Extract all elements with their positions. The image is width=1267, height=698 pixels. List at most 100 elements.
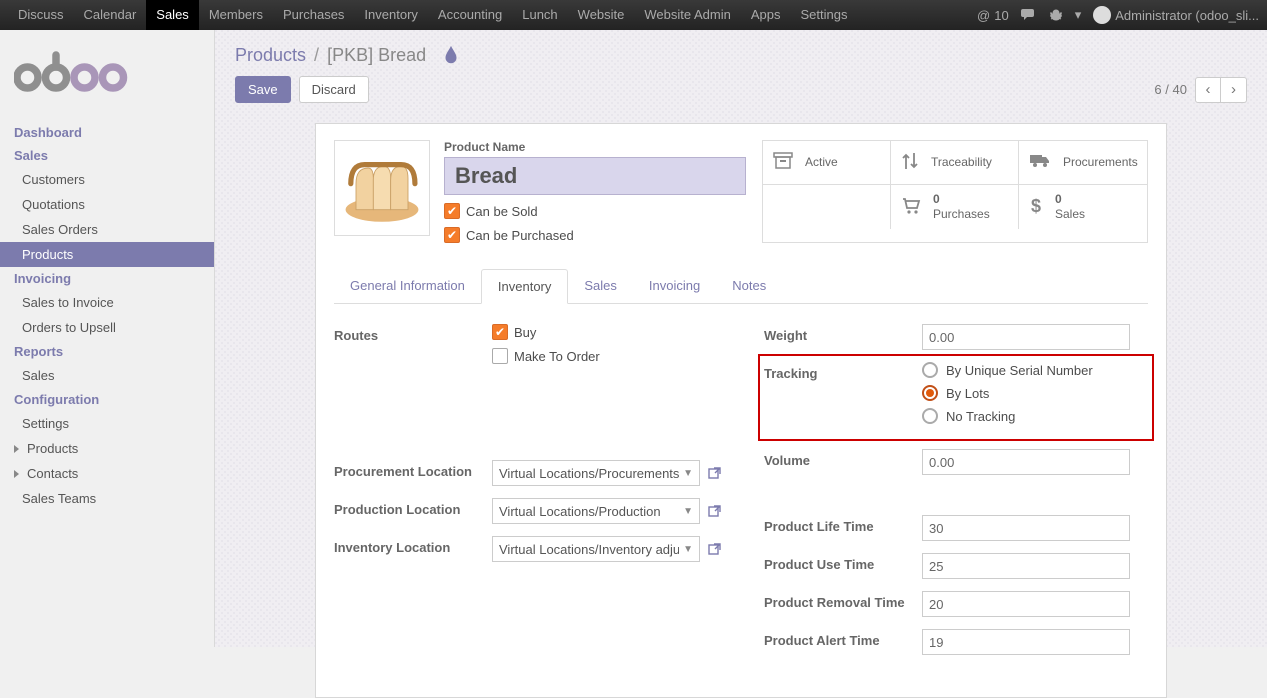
caret-right-icon: [14, 445, 19, 453]
sidebar-head-sales[interactable]: Sales: [0, 144, 214, 167]
product-image[interactable]: [334, 140, 430, 236]
top-menu-settings[interactable]: Settings: [791, 0, 858, 30]
top-menu-website-admin[interactable]: Website Admin: [634, 0, 740, 30]
weight-input[interactable]: [922, 324, 1130, 350]
stat-empty: [763, 185, 891, 229]
discard-button[interactable]: Discard: [299, 76, 369, 103]
sidebar-item-products[interactable]: Products: [0, 242, 214, 267]
tabs: General InformationInventorySalesInvoici…: [334, 269, 1148, 304]
avatar: [1093, 6, 1111, 24]
sidebar-head-dashboard[interactable]: Dashboard: [0, 121, 214, 144]
cart-icon: [901, 197, 921, 218]
breadcrumb-current: [PKB] Bread: [327, 45, 426, 66]
tab-notes[interactable]: Notes: [716, 269, 782, 303]
weight-label: Weight: [764, 324, 922, 350]
tracking-radio-by-unique-serial-number[interactable]: [922, 362, 938, 378]
sidebar-item-contacts[interactable]: Contacts: [0, 461, 214, 486]
breadcrumb-root[interactable]: Products: [235, 45, 306, 66]
sidebar-head-config[interactable]: Configuration: [0, 388, 214, 411]
debug-icon[interactable]: [1049, 8, 1063, 22]
sidebar-item-sales-to-invoice[interactable]: Sales to Invoice: [0, 290, 214, 315]
external-link-icon[interactable]: [706, 502, 724, 520]
caret-down-icon[interactable]: ▾: [1075, 7, 1082, 23]
proc-loc-label: Procurement Location: [334, 460, 492, 486]
top-menu-discuss[interactable]: Discuss: [8, 0, 74, 30]
top-menu: DiscussCalendarSalesMembersPurchasesInve…: [8, 0, 857, 30]
top-menu-purchases[interactable]: Purchases: [273, 0, 354, 30]
stat-active[interactable]: Active: [763, 141, 891, 185]
notification-count[interactable]: @10: [977, 8, 1009, 23]
updown-arrows-icon: [901, 151, 919, 174]
form-sheet: Product Name ✔ Can be Sold ✔ Can be Purc…: [315, 123, 1167, 698]
use-time-input[interactable]: [922, 553, 1130, 579]
sidebar-item-orders-to-upsell[interactable]: Orders to Upsell: [0, 315, 214, 340]
user-menu[interactable]: Administrator (odoo_sli...: [1093, 6, 1259, 24]
top-menu-website[interactable]: Website: [568, 0, 635, 30]
sidebar-item-sales-orders[interactable]: Sales Orders: [0, 217, 214, 242]
caret-right-icon: [14, 470, 19, 478]
sidebar-item-customers[interactable]: Customers: [0, 167, 214, 192]
sidebar-item-quotations[interactable]: Quotations: [0, 192, 214, 217]
breadcrumb-sep: /: [314, 45, 319, 66]
breadcrumb: Products / [PKB] Bread: [235, 44, 1247, 66]
sidebar-item-sales[interactable]: Sales: [0, 363, 214, 388]
tab-inventory[interactable]: Inventory: [481, 269, 568, 304]
stat-procurements[interactable]: Procurements: [1019, 141, 1147, 185]
top-menu-calendar[interactable]: Calendar: [74, 0, 147, 30]
external-link-icon[interactable]: [706, 464, 724, 482]
tab-invoicing[interactable]: Invoicing: [633, 269, 716, 303]
pager-prev[interactable]: ‹: [1195, 77, 1221, 103]
top-menu-accounting[interactable]: Accounting: [428, 0, 512, 30]
stat-buttons: Active Traceability Procurements 0Purcha…: [762, 140, 1148, 243]
proc-loc-select[interactable]: Virtual Locations/Procurements▼: [492, 460, 700, 486]
sidebar-item-sales-teams[interactable]: Sales Teams: [0, 486, 214, 511]
sidebar-head-reports[interactable]: Reports: [0, 340, 214, 363]
product-name-label: Product Name: [444, 140, 748, 154]
can-be-purchased-checkbox[interactable]: ✔: [444, 227, 460, 243]
stat-traceability[interactable]: Traceability: [891, 141, 1019, 185]
top-menu-sales[interactable]: Sales: [146, 0, 199, 30]
tab-general-information[interactable]: General Information: [334, 269, 481, 303]
alert-time-input[interactable]: [922, 629, 1130, 655]
logo: [0, 42, 214, 121]
sidebar-item-products[interactable]: Products: [0, 436, 214, 461]
route-buy-checkbox[interactable]: ✔: [492, 324, 508, 340]
product-name-input[interactable]: [444, 157, 746, 195]
prod-loc-label: Production Location: [334, 498, 492, 524]
removal-time-input[interactable]: [922, 591, 1130, 617]
tracking-radio-by-lots[interactable]: [922, 385, 938, 401]
stat-purchases[interactable]: 0Purchases: [891, 185, 1019, 229]
top-menu-lunch[interactable]: Lunch: [512, 0, 567, 30]
tracking-label: Tracking: [764, 362, 922, 431]
tab-sales[interactable]: Sales: [568, 269, 633, 303]
tracking-radio-no-tracking[interactable]: [922, 408, 938, 424]
can-be-purchased-label: Can be Purchased: [466, 228, 574, 243]
stat-sales[interactable]: $ 0Sales: [1019, 185, 1147, 229]
user-label: Administrator (odoo_sli...: [1115, 8, 1259, 23]
inv-loc-select[interactable]: Virtual Locations/Inventory adjustr▼: [492, 536, 700, 562]
sidebar: Dashboard Sales CustomersQuotationsSales…: [0, 30, 215, 647]
can-be-sold-checkbox[interactable]: ✔: [444, 203, 460, 219]
tracking-option-label: By Unique Serial Number: [946, 363, 1093, 378]
life-time-input[interactable]: [922, 515, 1130, 541]
pager: 6 / 40 ‹ ›: [1154, 77, 1247, 103]
top-menu-members[interactable]: Members: [199, 0, 273, 30]
top-menu-inventory[interactable]: Inventory: [354, 0, 427, 30]
save-button[interactable]: Save: [235, 76, 291, 103]
sidebar-item-settings[interactable]: Settings: [0, 411, 214, 436]
top-menu-apps[interactable]: Apps: [741, 0, 791, 30]
svg-text:$: $: [1031, 196, 1041, 216]
prod-loc-select[interactable]: Virtual Locations/Production▼: [492, 498, 700, 524]
chat-icon[interactable]: [1021, 8, 1037, 22]
route-mto-checkbox[interactable]: [492, 348, 508, 364]
sidebar-head-invoicing[interactable]: Invoicing: [0, 267, 214, 290]
volume-input[interactable]: [922, 449, 1130, 475]
route-mto-label: Make To Order: [514, 349, 600, 364]
external-link-icon[interactable]: [706, 540, 724, 558]
alert-time-label: Product Alert Time: [764, 629, 922, 655]
life-time-label: Product Life Time: [764, 515, 922, 541]
top-menubar: DiscussCalendarSalesMembersPurchasesInve…: [0, 0, 1267, 30]
pager-next[interactable]: ›: [1221, 77, 1247, 103]
routes-label: Routes: [334, 324, 492, 364]
route-buy-label: Buy: [514, 325, 536, 340]
